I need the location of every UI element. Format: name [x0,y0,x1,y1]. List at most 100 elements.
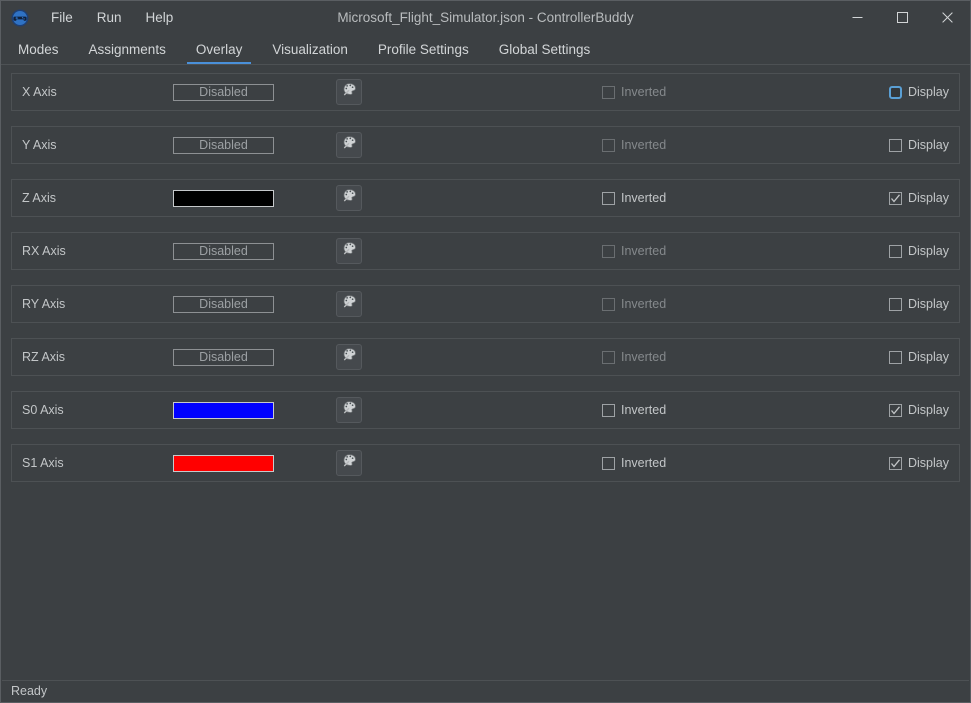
inverted-checkbox-group[interactable]: Inverted [602,456,666,470]
tab-bar: Modes Assignments Overlay Visualization … [1,34,970,65]
display-checkbox-group-label: Display [908,297,949,311]
inverted-checkbox[interactable] [602,456,615,470]
inverted-checkbox-group[interactable]: Inverted [602,403,666,417]
display-checkbox[interactable] [889,85,902,99]
axis-color-swatch[interactable] [173,454,274,472]
axis-row: S1 Axis Inverted Display [11,444,960,482]
inverted-checkbox-group-label: Inverted [621,138,667,152]
inverted-checkbox [602,138,615,152]
inverted-checkbox-group-label: Inverted [621,244,667,258]
tab-profile-settings[interactable]: Profile Settings [363,34,484,64]
display-checkbox[interactable] [889,297,902,311]
color-palette-icon [342,294,357,314]
axis-color-swatch[interactable] [173,189,274,207]
inverted-checkbox[interactable] [602,403,615,417]
axis-row: RZ Axis Disabled Inverted Display [11,338,960,376]
inverted-checkbox [602,350,615,364]
inverted-checkbox [602,244,615,258]
inverted-checkbox[interactable] [602,191,615,205]
axis-color-swatch[interactable]: Disabled [173,242,274,260]
color-picker-button[interactable] [336,79,362,105]
menu-item-run[interactable]: Run [85,6,134,29]
display-checkbox-group-label: Display [908,138,949,152]
tab-assignments[interactable]: Assignments [74,34,181,64]
status-text: Ready [11,684,48,698]
axis-row: Y Axis Disabled Inverted Display [11,126,960,164]
axis-label: X Axis [22,85,57,99]
tab-modes[interactable]: Modes [3,34,74,64]
status-bar: Ready [2,680,969,701]
axis-row: Z Axis Inverted Display [11,179,960,217]
display-checkbox-group-label: Display [908,403,949,417]
application-window: File Run Help Microsoft_Flight_Simulator… [0,0,971,703]
inverted-checkbox-group-label: Inverted [621,85,667,99]
axis-row: RY Axis Disabled Inverted Display [11,285,960,323]
display-checkbox[interactable] [889,138,902,152]
inverted-checkbox-group: Inverted [602,244,666,258]
color-palette-icon [342,347,357,367]
axis-color-swatch[interactable]: Disabled [173,295,274,313]
axis-row: RX Axis Disabled Inverted Display [11,232,960,270]
axis-label: S0 Axis [22,403,64,417]
inverted-checkbox-group-label: Inverted [621,350,667,364]
display-checkbox-group[interactable]: Display [889,244,949,258]
window-controls [835,1,970,34]
color-picker-button[interactable] [336,397,362,423]
display-checkbox-group[interactable]: Display [889,456,949,470]
tab-global-settings[interactable]: Global Settings [484,34,606,64]
axis-row: X Axis Disabled Inverted Display [11,73,960,111]
display-checkbox[interactable] [889,244,902,258]
inverted-checkbox-group[interactable]: Inverted [602,191,666,205]
display-checkbox-group-label: Display [908,85,949,99]
inverted-checkbox [602,85,615,99]
axis-color-swatch[interactable]: Disabled [173,136,274,154]
menu-item-help[interactable]: Help [134,6,186,29]
display-checkbox-group[interactable]: Display [889,191,949,205]
display-checkbox-group-label: Display [908,350,949,364]
display-checkbox-group-label: Display [908,456,949,470]
minimize-button[interactable] [835,1,880,34]
tab-visualization[interactable]: Visualization [257,34,363,64]
close-icon [942,12,953,23]
axis-row: S0 Axis Inverted Display [11,391,960,429]
tab-overlay[interactable]: Overlay [181,34,258,64]
axis-label: RX Axis [22,244,66,258]
display-checkbox[interactable] [889,456,902,470]
axis-label: Y Axis [22,138,57,152]
close-button[interactable] [925,1,970,34]
axis-color-swatch[interactable]: Disabled [173,83,274,101]
inverted-checkbox-group: Inverted [602,297,666,311]
minimize-icon [852,12,863,23]
axis-color-swatch[interactable] [173,401,274,419]
axis-color-swatch[interactable]: Disabled [173,348,274,366]
axis-label: S1 Axis [22,456,64,470]
display-checkbox-group[interactable]: Display [889,297,949,311]
display-checkbox-group-label: Display [908,191,949,205]
axis-label: RZ Axis [22,350,66,364]
display-checkbox-group[interactable]: Display [889,85,949,99]
title-bar: File Run Help Microsoft_Flight_Simulator… [1,1,970,34]
color-picker-button[interactable] [336,185,362,211]
color-picker-button[interactable] [336,132,362,158]
display-checkbox[interactable] [889,403,902,417]
inverted-checkbox-group: Inverted [602,85,666,99]
color-picker-button[interactable] [336,291,362,317]
display-checkbox-group[interactable]: Display [889,138,949,152]
maximize-icon [897,12,908,23]
color-palette-icon [342,82,357,102]
display-checkbox-group[interactable]: Display [889,350,949,364]
display-checkbox-group[interactable]: Display [889,403,949,417]
menu-item-file[interactable]: File [39,6,85,29]
color-picker-button[interactable] [336,344,362,370]
inverted-checkbox-group: Inverted [602,138,666,152]
color-picker-button[interactable] [336,238,362,264]
display-checkbox[interactable] [889,191,902,205]
inverted-checkbox-group-label: Inverted [621,403,667,417]
color-picker-button[interactable] [336,450,362,476]
inverted-checkbox-group-label: Inverted [621,191,667,205]
overlay-axis-list: X Axis Disabled Inverted Display Y Axis Disab… [2,65,969,680]
maximize-button[interactable] [880,1,925,34]
axis-label: Z Axis [22,191,57,205]
axis-label: RY Axis [22,297,66,311]
display-checkbox[interactable] [889,350,902,364]
